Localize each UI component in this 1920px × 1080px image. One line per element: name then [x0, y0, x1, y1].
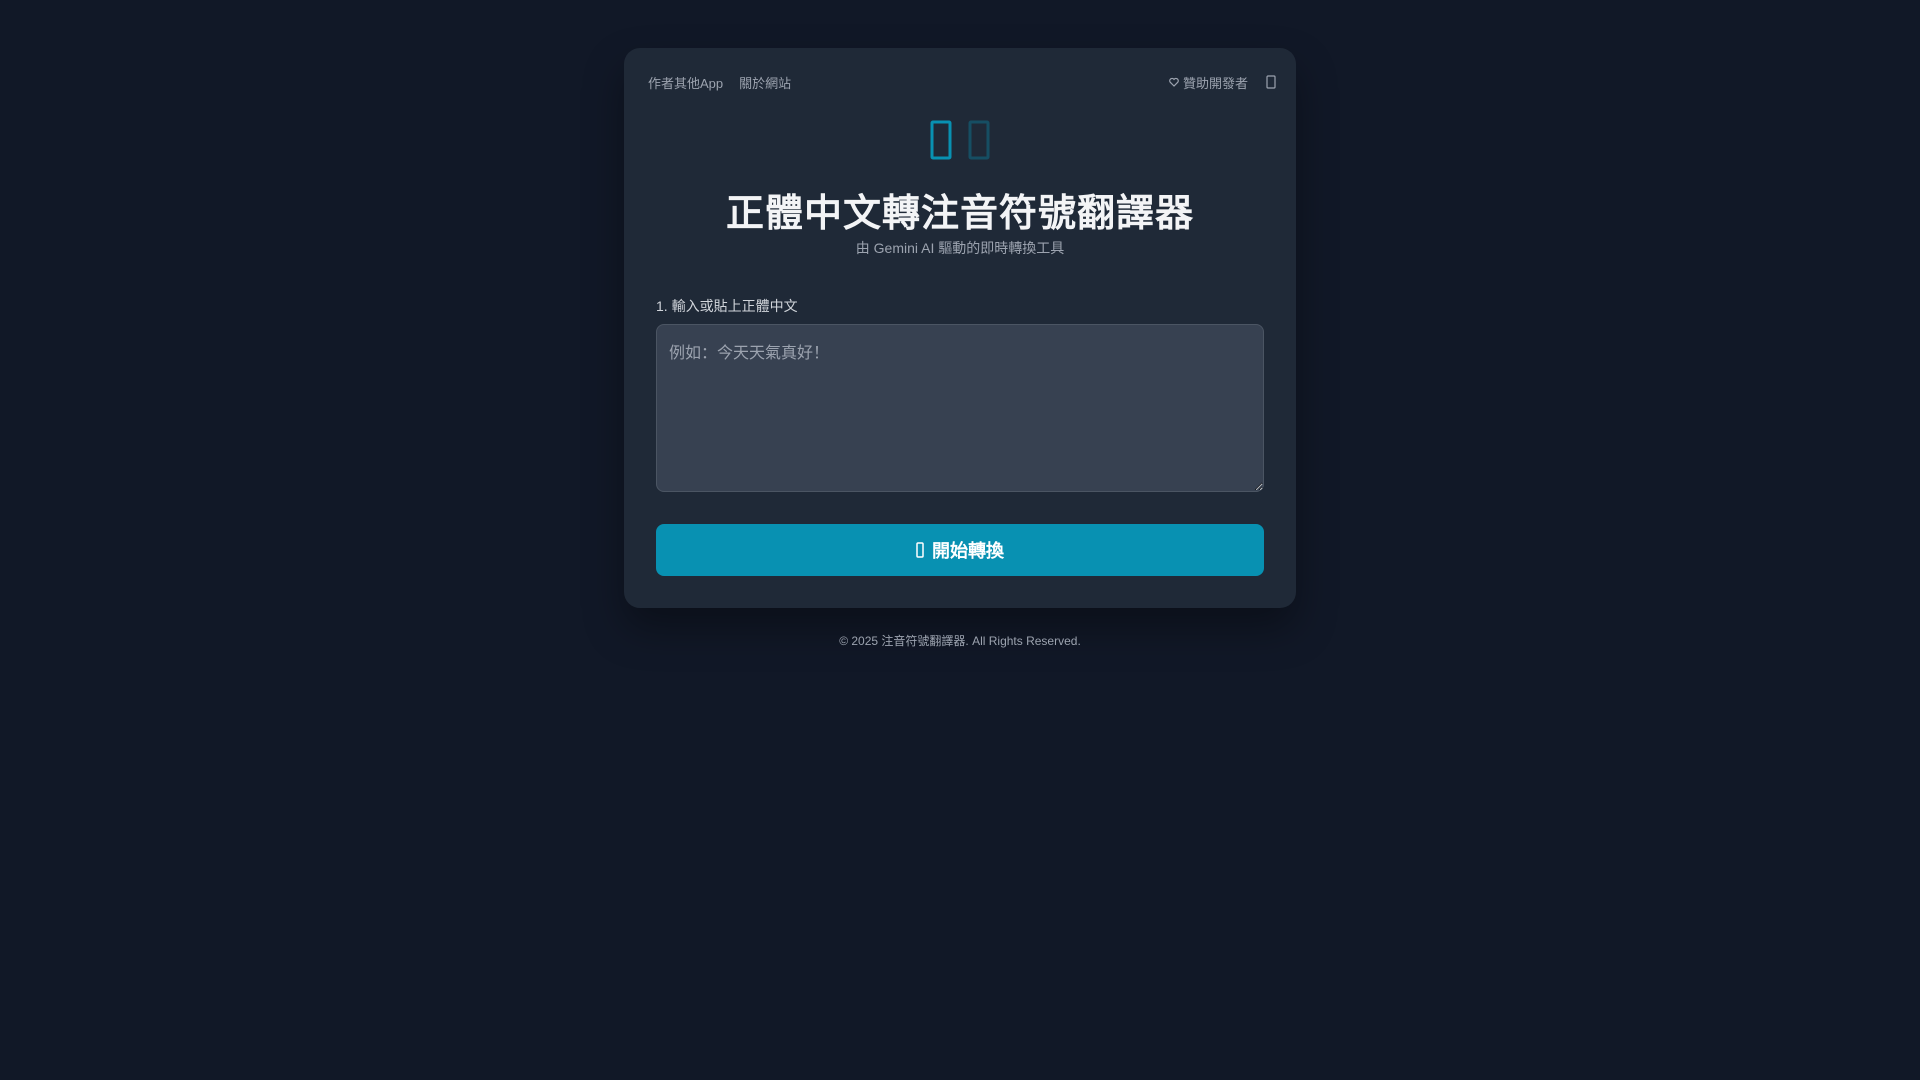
top-nav: 作者其他App 關於網站 贊助開發者	[648, 70, 1278, 94]
sponsor-link[interactable]: 贊助開發者	[1169, 73, 1248, 92]
nav-link-about[interactable]: 關於網站	[739, 73, 791, 92]
footer-copyright: © 2025 注音符號翻譯器. All Rights Reserved.	[839, 634, 1081, 648]
page-subtitle: 由 Gemini AI 驅動的即時轉換工具	[855, 240, 1065, 256]
sponsor-label: 贊助開發者	[1182, 75, 1248, 91]
heart-icon	[1169, 77, 1179, 87]
top-nav-links: 作者其他App 關於網站	[648, 73, 807, 92]
translator-card: 作者其他App 關於網站 贊助開發者 正體中文轉注音符號翻譯器 由 Gemini…	[624, 48, 1296, 608]
top-nav-actions: 贊助開發者	[1169, 73, 1278, 92]
logo-icon-primary	[930, 120, 952, 160]
nav-link-other-apps[interactable]: 作者其他App	[648, 73, 723, 92]
page: 作者其他App 關於網站 贊助開發者 正體中文轉注音符號翻譯器 由 Gemini…	[0, 0, 1920, 1080]
input-label: 1. 輸入或貼上正體中文	[656, 298, 798, 314]
chinese-text-input[interactable]	[656, 324, 1264, 492]
page-title: 正體中文轉注音符號翻譯器	[725, 193, 1194, 235]
logo	[624, 118, 1296, 164]
convert-icon	[916, 542, 924, 558]
logo-icon-secondary	[968, 120, 990, 160]
settings-icon[interactable]	[1264, 75, 1278, 89]
convert-button[interactable]: 開始轉換	[656, 524, 1264, 576]
convert-button-label: 開始轉換	[932, 541, 1004, 561]
